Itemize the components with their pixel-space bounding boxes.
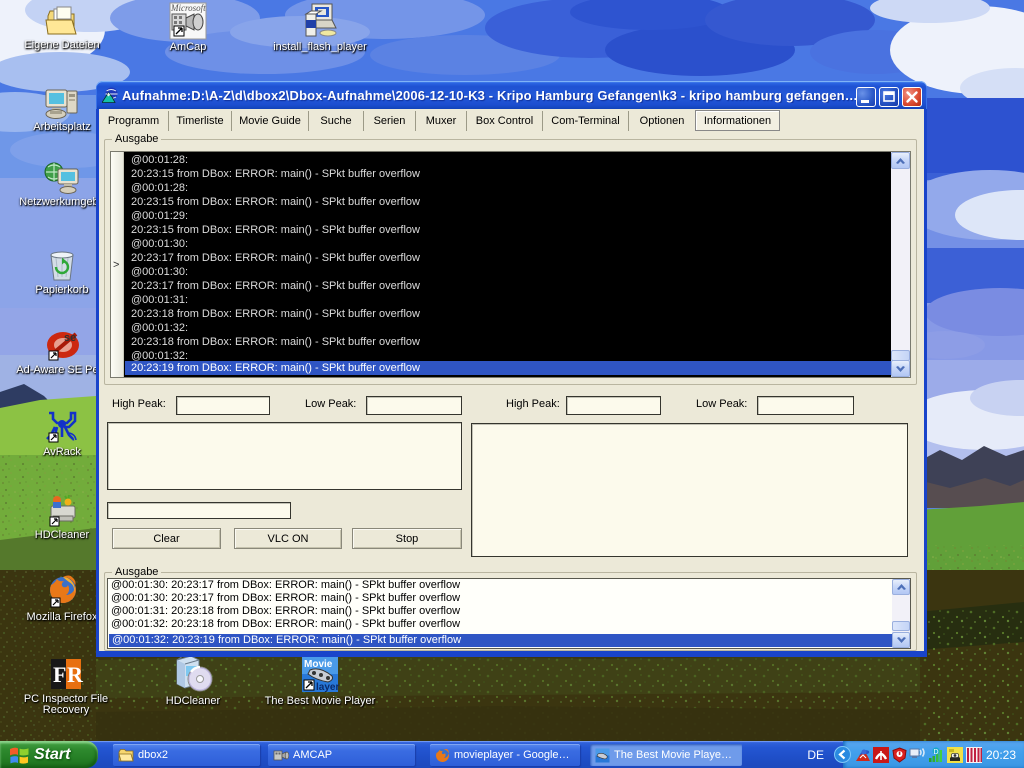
- svg-text:Microsoft: Microsoft: [170, 3, 206, 13]
- svg-text:F: F: [53, 662, 66, 687]
- svg-text:D: D: [934, 749, 939, 756]
- svg-text:layer: layer: [316, 682, 339, 693]
- svg-text:Movie: Movie: [304, 659, 333, 670]
- svg-text:R: R: [67, 662, 84, 687]
- svg-text:se: se: [64, 332, 76, 344]
